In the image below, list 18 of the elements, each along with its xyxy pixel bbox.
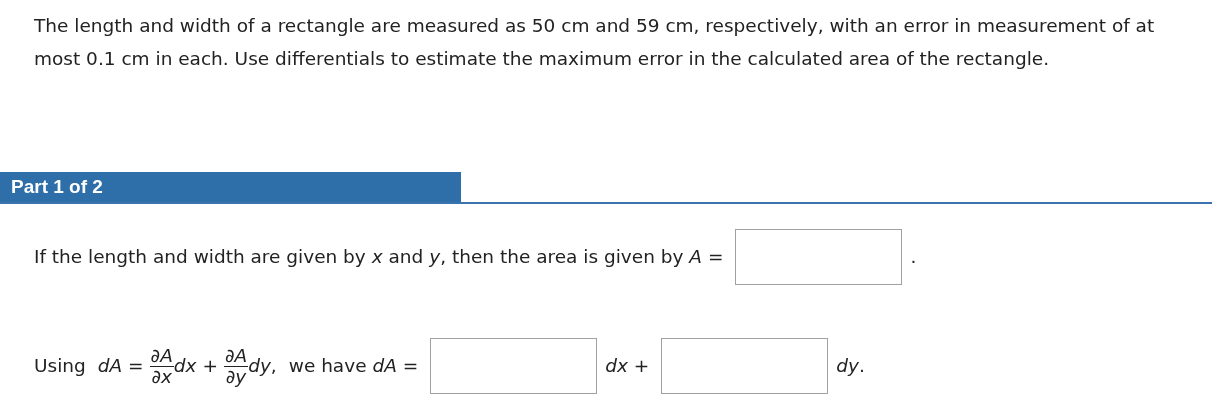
problem-text: The length and width of a rectangle are measured as 50 cm and 59 cm, respectively, with an error in measurement of at most 0.1 cm in each. Use differentials to estimate the maximum error in the calculated area of the rectangle. bbox=[33, 14, 1156, 71]
derivative-answer-field[interactable] bbox=[430, 338, 598, 394]
fraction-numerator: ∂A bbox=[149, 345, 174, 367]
formula-text: dy. bbox=[836, 354, 865, 379]
fraction-denominator: ∂y bbox=[225, 366, 247, 387]
question-text: If the length and width are given by x and y, then the area is given by A = bbox=[34, 245, 724, 270]
fraction-numerator: ∂A bbox=[223, 345, 249, 367]
formula-text: dA = bbox=[97, 354, 144, 379]
area-answer-field[interactable] bbox=[735, 229, 903, 285]
question-text: we have dA = bbox=[288, 354, 419, 379]
question-text: Using bbox=[34, 354, 86, 379]
formula-text: dy, bbox=[248, 354, 277, 379]
fraction-denominator: ∂x bbox=[151, 366, 172, 387]
period-text: . bbox=[910, 245, 917, 270]
formula-text: dx + bbox=[605, 354, 650, 379]
derivative-answer-field[interactable] bbox=[661, 338, 829, 394]
part-header: Part 1 of 2 bbox=[0, 172, 461, 202]
formula-text: dx + bbox=[173, 354, 218, 379]
